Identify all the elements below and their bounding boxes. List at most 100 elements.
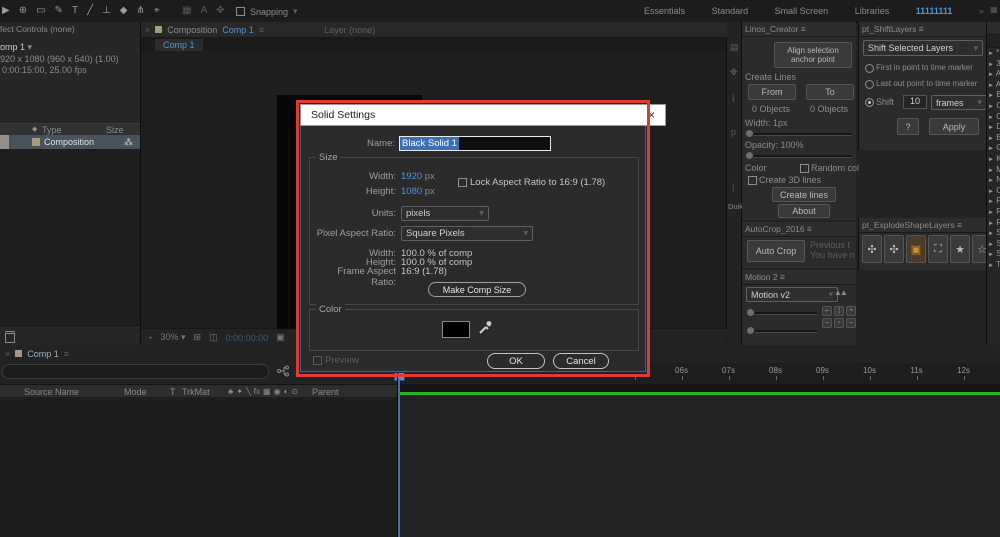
opacity-slider-track[interactable] [754, 155, 852, 158]
anchor-bounds-icon[interactable]: ⛶ [928, 235, 948, 263]
create-3d-checkbox[interactable] [748, 176, 757, 185]
bake-box-icon[interactable]: ▣ [906, 235, 926, 263]
project-item-row[interactable]: Composition ⁂ [0, 135, 140, 149]
effects-category-item[interactable]: ► Te [988, 260, 1000, 271]
column-t[interactable]: T [170, 387, 176, 397]
dock-icon[interactable]: ✥ [730, 67, 738, 78]
tool-icon[interactable]: ⌖ [154, 1, 160, 21]
effects-category-item[interactable]: ► Si [988, 228, 1000, 239]
column-mode[interactable]: Mode [124, 387, 147, 397]
viewer-subtab[interactable]: Comp 1 [155, 39, 203, 51]
anchor-grid-button[interactable]: ▫ [834, 318, 844, 328]
snapshot-icon[interactable]: ▣ [276, 332, 285, 343]
tool-icon[interactable]: A [200, 1, 207, 21]
grid-options-icon[interactable]: ⊞ [193, 332, 201, 343]
explode-all-icon[interactable]: ✣ [862, 235, 882, 263]
explode-selected-icon[interactable]: ✣ [884, 235, 904, 263]
shift-frames-unit-dropdown[interactable]: frames ▾ [931, 95, 987, 110]
effects-search-field[interactable] [987, 35, 1000, 48]
effects-category-item[interactable]: ► Bl [988, 90, 1000, 101]
motion-preset-dropdown[interactable]: Motion v2 ▾ [746, 287, 838, 302]
effect-controls-tab[interactable]: fect Controls (none) [0, 24, 140, 34]
motion-panel-tab[interactable]: Motion 2 ≡ [742, 270, 856, 285]
shift-panel-tab[interactable]: pt_ShiftLayers ≡ [859, 22, 986, 37]
width-slider-track[interactable] [754, 133, 852, 136]
effects-category-item[interactable]: ► No [988, 175, 1000, 186]
layer-switch-icon[interactable]: ◉ [274, 387, 281, 396]
magnify-icon[interactable]: ◔ [147, 333, 152, 343]
flowchart-icon[interactable]: ⁂ [124, 137, 133, 148]
tool-icon[interactable]: ╱ [87, 1, 93, 21]
timeline-layer-area[interactable] [0, 397, 397, 537]
effects-category-item[interactable]: ► Sy [988, 249, 1000, 260]
mountains-icon[interactable]: ▲▲ [834, 288, 848, 297]
effects-category-item[interactable]: ► Di [988, 122, 1000, 133]
duik-panel-tab[interactable]: Duik [728, 202, 743, 211]
about-button[interactable]: About [778, 204, 830, 218]
chevron-down-icon[interactable]: ▾ [293, 6, 298, 17]
workspace-tab-essentials[interactable]: Essentials [644, 6, 685, 16]
menu-icon[interactable]: ≡ [259, 25, 264, 35]
effects-category-item[interactable]: ► Ke [988, 154, 1000, 165]
pixel-aspect-ratio-dropdown[interactable]: Square Pixels ▾ [401, 226, 533, 241]
composition-tab-comp-name[interactable]: Comp 1 [222, 25, 254, 35]
units-dropdown[interactable]: pixels ▾ [401, 206, 489, 221]
shift-radio-last-out[interactable] [865, 80, 874, 89]
create-lines-button[interactable]: Create lines [772, 187, 836, 202]
tool-icon[interactable]: ◆ [120, 1, 128, 21]
make-comp-size-button[interactable]: Make Comp Size [428, 282, 526, 297]
anchor-grid-button[interactable]: ⌐ [822, 306, 832, 316]
tool-icon[interactable]: ⊕ [19, 1, 27, 21]
linos-panel-tab[interactable]: Linos_Creator ≡ [742, 22, 856, 37]
current-timecode[interactable]: 0:00:00:00 [226, 333, 269, 343]
tool-icon[interactable]: ▭ [36, 1, 45, 21]
cancel-button[interactable]: Cancel [553, 353, 609, 369]
tool-icon[interactable]: T [72, 1, 78, 21]
layer-switch-icon[interactable]: ╲ [246, 387, 251, 396]
layer-switch-icon[interactable]: ◐ [284, 387, 289, 396]
align-anchor-button[interactable]: Align selection anchor point [774, 42, 852, 68]
layer-switch-icon[interactable]: ♣ [228, 387, 233, 396]
column-type[interactable]: Type [42, 125, 62, 135]
shift-radio-first-in[interactable] [865, 64, 874, 73]
timeline-tab-label[interactable]: Comp 1 [27, 349, 59, 359]
mini-flowchart-icon[interactable] [276, 365, 290, 377]
effects-category-item[interactable]: ► Ex [988, 133, 1000, 144]
effects-category-item[interactable]: ► Ob [988, 186, 1000, 197]
effects-category-item[interactable]: ► 3D [988, 59, 1000, 70]
tool-icon[interactable]: ⊥ [102, 1, 111, 21]
mask-visibility-icon[interactable]: ◫ [209, 332, 218, 343]
tool-icon[interactable]: ✥ [216, 1, 224, 21]
eyedropper-icon[interactable] [478, 319, 492, 335]
effects-panel-tab[interactable] [987, 22, 1000, 35]
lock-aspect-checkbox[interactable] [458, 178, 467, 187]
shift-help-button[interactable]: ? [897, 118, 919, 135]
star-filled-icon[interactable]: ★ [950, 235, 970, 263]
close-icon[interactable]: × [145, 25, 150, 35]
composition-tab-label[interactable]: Composition [167, 25, 217, 35]
panel-grid-icon[interactable]: ▦ [990, 5, 998, 14]
tool-icon[interactable]: ▶ [2, 1, 10, 21]
workspace-tab-standard[interactable]: Standard [712, 6, 749, 16]
width-slider-handle[interactable] [746, 130, 753, 137]
width-value[interactable]: 1920 px [401, 171, 435, 182]
random-color-checkbox[interactable] [800, 164, 809, 173]
effects-category-item[interactable]: ► Ge [988, 143, 1000, 154]
shift-radio-shift[interactable] [865, 98, 874, 107]
column-trkmat[interactable]: TrkMat [182, 387, 210, 397]
shift-mode-dropdown[interactable]: Shift Selected Layers ▾ [863, 40, 983, 56]
zoom-level[interactable]: 30% ▾ [160, 332, 185, 343]
tool-icon[interactable]: ▦ [182, 1, 191, 21]
from-button[interactable]: From [748, 84, 796, 100]
effects-category-item[interactable]: ► * [988, 48, 1000, 59]
close-icon[interactable]: × [5, 349, 10, 359]
dialog-title-bar[interactable]: Solid Settings × [300, 104, 666, 126]
effects-category-item[interactable]: ► Pe [988, 196, 1000, 207]
shift-frames-input[interactable]: 10 [903, 95, 927, 109]
column-source-name[interactable]: Source Name [24, 387, 79, 397]
effects-category-item[interactable]: ► Ma [988, 165, 1000, 176]
dock-icon[interactable]: p [731, 127, 736, 137]
dock-icon[interactable]: ▤ [730, 42, 739, 53]
column-parent[interactable]: Parent [312, 387, 339, 397]
workspace-tab-active[interactable]: 11111111 [916, 6, 953, 16]
